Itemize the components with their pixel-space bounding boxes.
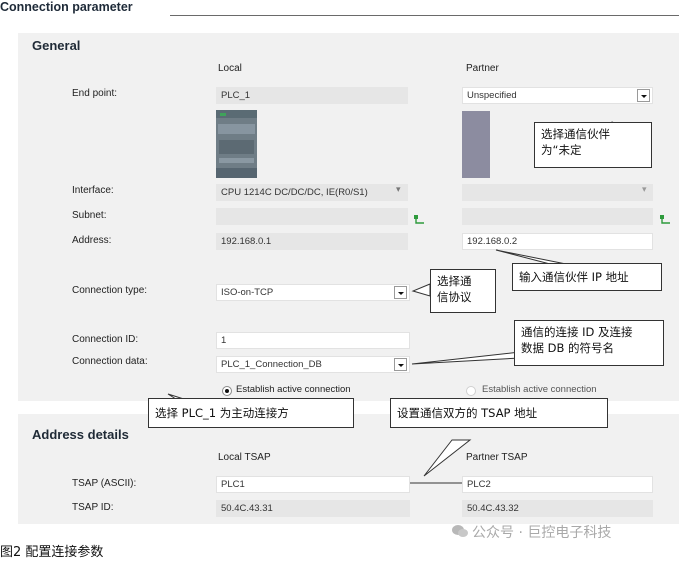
callout-partner-ip-text: 输入通信伙伴 IP 地址 [519, 270, 629, 284]
callout-active-connection: 选择 PLC_1 为主动连接方 [148, 398, 354, 428]
callout-protocol: 选择通 信协议 [430, 269, 496, 313]
callout-tsap-text: 设置通信双方的 TSAP 地址 [397, 406, 538, 420]
callout-partner-ip: 输入通信伙伴 IP 地址 [512, 263, 662, 291]
callout-connection-id: 通信的连接 ID 及连接 数据 DB 的符号名 [514, 320, 664, 366]
callout-select-partner-text: 选择通信伙伴 为“未定 [541, 127, 610, 157]
callout-active-connection-text: 选择 PLC_1 为主动连接方 [155, 406, 289, 420]
figure-caption: 图2 配置连接参数 [0, 545, 104, 560]
callout-protocol-text: 选择通 信协议 [437, 274, 472, 304]
watermark-text: 公众号 · 巨控电子科技 [472, 525, 612, 541]
wechat-icon [452, 523, 468, 537]
callout-connection-id-text: 通信的连接 ID 及连接 数据 DB 的符号名 [521, 325, 633, 355]
callout-tsap: 设置通信双方的 TSAP 地址 [390, 398, 608, 428]
callout-select-partner: 选择通信伙伴 为“未定 [534, 122, 652, 168]
